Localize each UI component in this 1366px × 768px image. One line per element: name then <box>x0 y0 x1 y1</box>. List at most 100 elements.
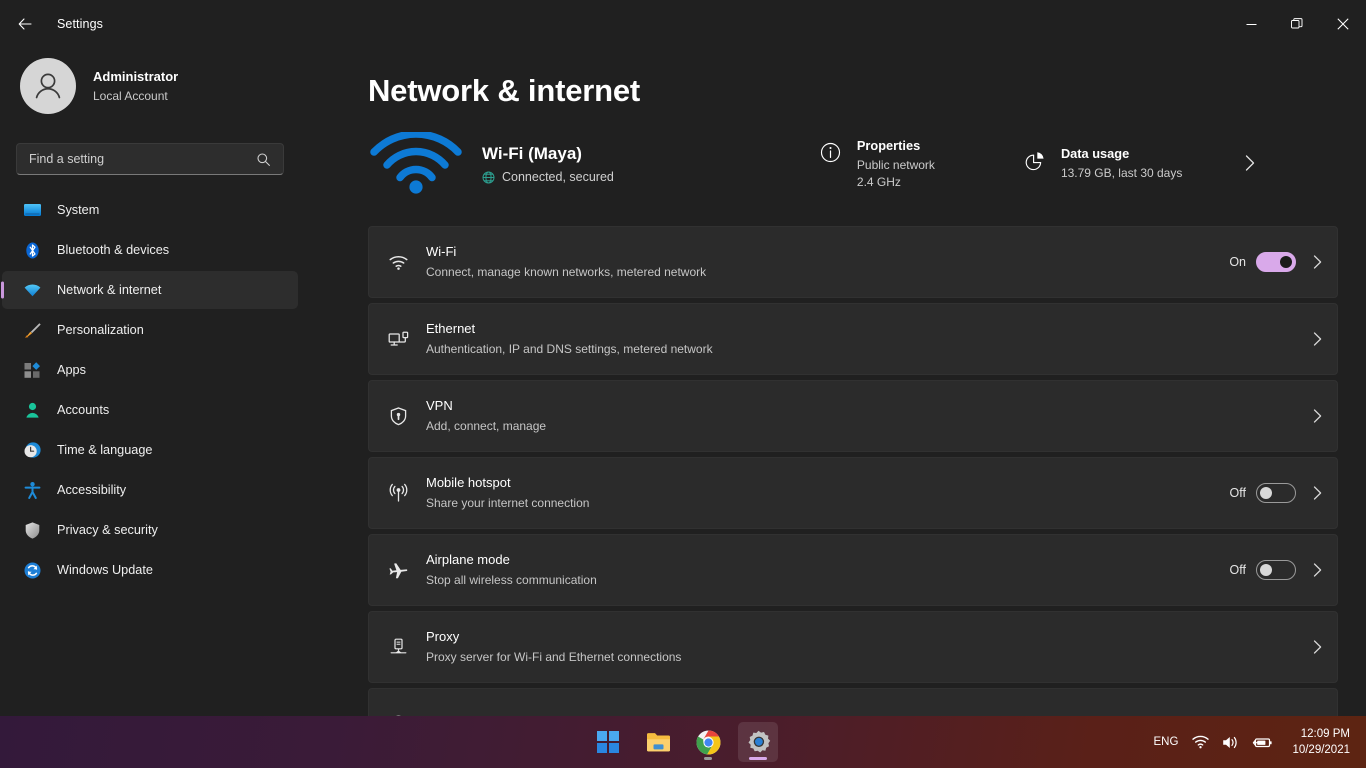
chevron-right-icon[interactable] <box>1312 639 1323 655</box>
card-proxy[interactable]: Proxy Proxy server for Wi-Fi and Etherne… <box>368 611 1338 683</box>
settings-button[interactable] <box>738 722 778 762</box>
minimize-button[interactable] <box>1228 0 1274 48</box>
sidebar-item-personalization[interactable]: Personalization <box>2 311 298 349</box>
proxy-icon <box>387 637 409 658</box>
card-subtitle: Stop all wireless communication <box>426 573 597 587</box>
card-subtitle: Connect, manage known networks, metered … <box>426 265 707 279</box>
chevron-right-icon[interactable] <box>1312 485 1323 501</box>
page-title: Network & internet <box>368 73 640 108</box>
sidebar-item-label: Network & internet <box>57 283 162 297</box>
sidebar-item-accessibility[interactable]: Accessibility <box>2 471 298 509</box>
info-icon <box>819 138 843 163</box>
card-controls: Off <box>1230 483 1323 503</box>
wifi-icon <box>22 280 42 300</box>
card-wifi[interactable]: Wi-Fi Connect, manage known networks, me… <box>368 226 1338 298</box>
network-status: Connected, secured <box>482 170 614 184</box>
back-button[interactable] <box>8 7 42 41</box>
card-subtitle: Proxy server for Wi-Fi and Ethernet conn… <box>426 650 682 664</box>
card-title: Ethernet <box>426 321 476 336</box>
apps-icon <box>22 360 42 380</box>
profile-account-type: Local Account <box>93 88 168 103</box>
wifi-status-icon <box>368 132 464 196</box>
system-tray: ENG 12:09 PM 10/29/2021 <box>1154 716 1356 768</box>
card-subtitle: Add, connect, manage <box>426 419 547 433</box>
card-airplane-mode[interactable]: Airplane mode Stop all wireless communic… <box>368 534 1338 606</box>
volume-icon[interactable] <box>1222 735 1239 750</box>
maximize-button[interactable] <box>1274 0 1320 48</box>
file-explorer-button[interactable] <box>638 722 678 762</box>
sidebar-item-bluetooth-devices[interactable]: Bluetooth & devices <box>2 231 298 269</box>
hotspot-toggle[interactable] <box>1256 483 1296 503</box>
airplane-icon <box>387 560 409 581</box>
windows-logo-icon <box>597 731 619 753</box>
close-icon <box>1337 18 1349 30</box>
window-title: Settings <box>57 17 103 31</box>
shield-icon <box>22 520 42 540</box>
sidebar-item-apps[interactable]: Apps <box>2 351 298 389</box>
taskbar-running-indicator <box>704 757 712 760</box>
network-identity: Wi-Fi (Maya) Connected, secured <box>482 144 614 184</box>
hotspot-icon <box>387 483 409 504</box>
chrome-icon <box>696 730 720 754</box>
battery-charging-icon[interactable] <box>1252 735 1273 750</box>
wifi-toggle[interactable] <box>1256 252 1296 272</box>
toggle-knob <box>1280 256 1292 268</box>
sidebar-item-accounts[interactable]: Accounts <box>2 391 298 429</box>
sidebar-item-label: System <box>57 203 100 217</box>
paintbrush-icon <box>22 320 42 340</box>
clock-date: 10/29/2021 <box>1292 744 1350 756</box>
card-vpn[interactable]: VPN Add, connect, manage <box>368 380 1338 452</box>
person-avatar-icon <box>35 73 61 99</box>
taskbar-clock[interactable]: 12:09 PM 10/29/2021 <box>1292 726 1350 758</box>
data-usage-amount: 13.79 GB, last 30 days <box>1060 166 1183 180</box>
search-box[interactable] <box>16 143 284 175</box>
sidebar-item-label: Personalization <box>57 323 144 337</box>
sidebar-item-privacy-security[interactable]: Privacy & security <box>2 511 298 549</box>
sidebar-item-label: Accounts <box>57 403 110 417</box>
chevron-right-icon[interactable] <box>1312 562 1323 578</box>
card-dial-up[interactable]: Dial-up <box>368 688 1338 716</box>
taskbar: ENG 12:09 PM 10/29/2021 <box>0 716 1366 768</box>
close-button[interactable] <box>1320 0 1366 48</box>
airplane-toggle[interactable] <box>1256 560 1296 580</box>
system-icon <box>22 200 42 220</box>
card-text: Airplane mode Stop all wireless communic… <box>426 551 1230 589</box>
avatar <box>20 58 76 114</box>
settings-card-list: Wi-Fi Connect, manage known networks, me… <box>368 226 1338 716</box>
taskbar-active-indicator <box>749 757 767 760</box>
chrome-button[interactable] <box>688 722 728 762</box>
title-bar: Settings <box>0 0 1366 48</box>
chevron-right-icon[interactable] <box>1312 331 1323 347</box>
chevron-right-icon[interactable] <box>1312 408 1323 424</box>
sidebar-item-network-internet[interactable]: Network & internet <box>2 271 298 309</box>
properties-network-type: Public network <box>856 157 935 172</box>
card-text: VPN Add, connect, manage <box>426 397 1296 435</box>
tray-language[interactable]: ENG <box>1154 736 1179 748</box>
clock-icon <box>22 440 42 460</box>
card-title: Airplane mode <box>426 552 510 567</box>
airplane-toggle-state: Off <box>1229 563 1246 577</box>
properties-button[interactable]: Properties Public network 2.4 GHz <box>819 138 935 191</box>
data-usage-button[interactable]: Data usage 13.79 GB, last 30 days <box>1023 146 1256 182</box>
start-button[interactable] <box>588 722 628 762</box>
search-input[interactable] <box>17 152 256 166</box>
window-controls <box>1228 0 1366 48</box>
properties-title: Properties <box>856 137 921 153</box>
sidebar-item-windows-update[interactable]: Windows Update <box>2 551 298 589</box>
card-mobile-hotspot[interactable]: Mobile hotspot Share your internet conne… <box>368 457 1338 529</box>
pie-chart-icon <box>1023 146 1047 172</box>
chevron-right-icon[interactable] <box>1312 254 1323 270</box>
profile-card[interactable]: Administrator Local Account <box>20 58 310 114</box>
accessibility-icon <box>22 480 42 500</box>
sidebar-item-time-language[interactable]: Time & language <box>2 431 298 469</box>
profile-name: Administrator <box>93 68 179 84</box>
card-text: Wi-Fi Connect, manage known networks, me… <box>426 243 1229 281</box>
card-ethernet[interactable]: Ethernet Authentication, IP and DNS sett… <box>368 303 1338 375</box>
sidebar-item-label: Bluetooth & devices <box>57 243 170 257</box>
sidebar-item-system[interactable]: System <box>2 191 298 229</box>
file-explorer-icon <box>646 732 670 751</box>
card-title: Proxy <box>426 629 460 644</box>
back-arrow-icon <box>18 18 32 30</box>
toggle-knob <box>1260 487 1272 499</box>
wifi-icon[interactable] <box>1192 735 1210 750</box>
